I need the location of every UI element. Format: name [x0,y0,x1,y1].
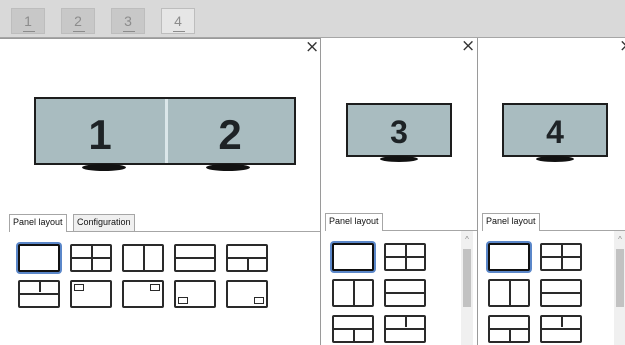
layout-scrollbar[interactable]: ^ [614,231,625,345]
display-tab-strip: 1 2 3 4 [0,0,625,38]
monitor-3-number: 3 [390,114,408,150]
layout-top-two-bottom-one[interactable] [18,280,60,308]
close-icon[interactable]: × [619,38,625,55]
monitor-stand [82,164,126,171]
monitor-group-1-2: 1 2 [34,97,296,171]
pip-inset [150,284,160,291]
layout-pip-bottom-left[interactable] [174,280,216,308]
layout-top-one-bottom-two[interactable] [226,244,268,272]
layout-line [20,293,58,295]
monitor-stand [380,156,418,162]
pip-inset [254,297,264,304]
monitor-screen[interactable]: 3 [346,103,452,157]
scroll-up-icon[interactable]: ^ [614,235,625,245]
layout-line [542,328,580,330]
scroll-up-icon[interactable]: ^ [461,235,473,245]
layout-top-one-bottom-two[interactable] [488,315,530,343]
close-icon[interactable]: × [461,38,475,55]
scrollbar-thumb[interactable] [463,249,471,307]
layout-quad[interactable] [70,244,112,272]
layout-line [386,256,424,258]
monitor-group-3: 3 [346,103,452,163]
scrollbar-thumb[interactable] [616,249,624,307]
layout-scrollbar[interactable]: ^ [461,231,473,345]
panel-tabs: Panel layout Configuration [9,214,314,232]
layout-line [509,329,511,341]
monitor-stand [536,156,574,162]
panel-display-3: × 3 Panel layout ^ [320,38,477,345]
tab-underline [173,31,185,32]
tab-panel-layout[interactable]: Panel layout [9,214,67,232]
layout-line [542,256,580,258]
layout-line [353,281,355,305]
tab-panel-layout[interactable]: Panel layout [482,213,540,231]
close-icon[interactable]: × [305,39,319,56]
monitor-group-4: 4 [502,103,608,163]
layout-line [143,246,145,270]
tab-underline [123,31,135,32]
layout-single[interactable] [18,244,60,272]
panel-displays-1-2: × 1 2 Panel layout Configuration [0,38,320,345]
layout-quad[interactable] [540,243,582,271]
layout-single[interactable] [488,243,530,271]
layout-line [405,317,407,327]
layout-top-two-bottom-one[interactable] [540,315,582,343]
layout-line [386,292,424,294]
layout-split-vertical[interactable] [122,244,164,272]
panel-configurator: 1 2 3 4 × 1 2 Panel layout Configuration… [0,0,625,345]
layout-pip-top-right[interactable] [122,280,164,308]
display-tab-1[interactable]: 1 [11,8,45,34]
layout-line [247,258,249,270]
pip-inset [74,284,84,291]
layout-grid [9,231,320,345]
layout-line [353,329,355,341]
layout-line [72,257,110,259]
panel-tabs: Panel layout [325,213,475,231]
layout-line [561,317,563,327]
layout-split-vertical[interactable] [488,279,530,307]
layout-pip-top-left[interactable] [70,280,112,308]
tab-underline [23,31,35,32]
layout-line [39,282,41,292]
monitor-screen[interactable]: 1 2 [34,97,296,165]
layout-line [509,281,511,305]
pip-inset [178,297,188,304]
monitor-stand [206,164,250,171]
layout-grid: ^ [482,230,625,345]
tab-configuration[interactable]: Configuration [73,214,135,231]
display-tab-3-label: 3 [124,13,132,29]
monitor-screen[interactable]: 4 [502,103,608,157]
display-tab-1-label: 1 [24,13,32,29]
layout-split-horizontal[interactable] [384,279,426,307]
monitor-4-number: 4 [546,114,564,150]
layout-split-vertical[interactable] [332,279,374,307]
layout-split-horizontal[interactable] [174,244,216,272]
layout-pip-bottom-right[interactable] [226,280,268,308]
panel-tabs: Panel layout [482,213,625,231]
tab-underline [73,31,85,32]
display-tab-2[interactable]: 2 [61,8,95,34]
layout-quad[interactable] [384,243,426,271]
layout-line [542,292,580,294]
layout-line [176,257,214,259]
layout-top-one-bottom-two[interactable] [332,315,374,343]
layout-top-two-bottom-one[interactable] [384,315,426,343]
display-tab-4-label: 4 [174,13,182,29]
display-tab-2-label: 2 [74,13,82,29]
layout-split-horizontal[interactable] [540,279,582,307]
panel-display-4: × 4 Panel layout [477,38,625,345]
layout-grid: ^ [325,230,477,345]
display-tab-3[interactable]: 3 [111,8,145,34]
display-tab-4[interactable]: 4 [161,8,195,34]
tab-panel-layout[interactable]: Panel layout [325,213,383,231]
layout-single[interactable] [332,243,374,271]
layout-line [386,328,424,330]
